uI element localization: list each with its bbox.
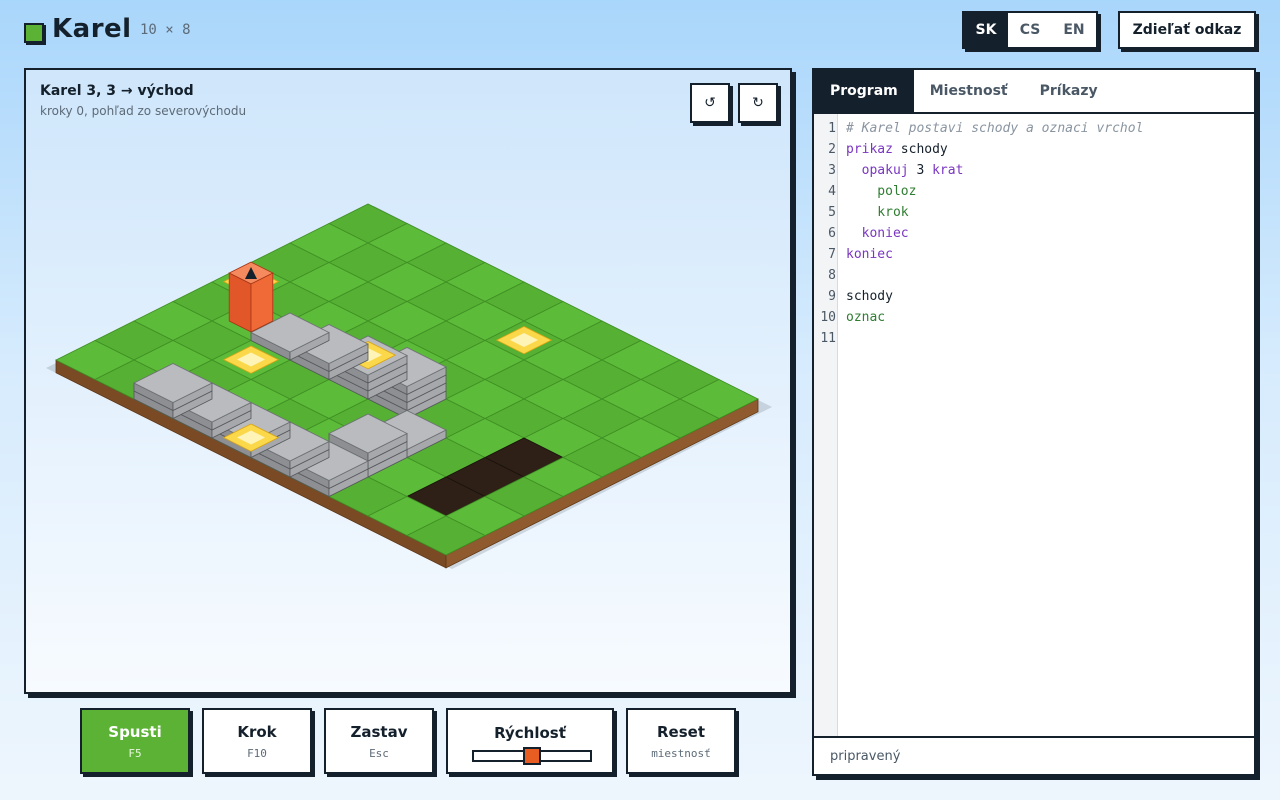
code-line: 6 koniec bbox=[814, 223, 1254, 244]
line-number: 5 bbox=[828, 205, 836, 220]
line-number: 7 bbox=[828, 247, 836, 262]
line-number: 2 bbox=[828, 142, 836, 157]
line-number: 6 bbox=[828, 226, 836, 241]
world-scene[interactable] bbox=[26, 70, 790, 692]
karel-steps-subtitle: kroky 0, pohľad zo severovýchodu bbox=[40, 104, 247, 118]
app-title: Karel bbox=[52, 14, 132, 44]
step-button[interactable]: Krok F10 bbox=[202, 708, 312, 774]
tab-room[interactable]: Miestnosť bbox=[914, 70, 1024, 112]
code-editor[interactable]: 1 # Karel postavi schody a oznaci vrchol 2… bbox=[814, 114, 1254, 736]
stop-shortcut: Esc bbox=[369, 746, 389, 760]
run-button[interactable]: Spusti F5 bbox=[80, 708, 190, 774]
lang-cs-button[interactable]: CS bbox=[1008, 13, 1052, 47]
panel-tabs: Program Miestnosť Príkazy bbox=[814, 70, 1254, 114]
reset-subtitle: miestnosť bbox=[651, 746, 711, 760]
code-line: 11 bbox=[814, 328, 1254, 349]
reset-label: Reset bbox=[657, 722, 705, 741]
code-text: koniec bbox=[846, 247, 893, 262]
grid-size-label: 10 × 8 bbox=[140, 22, 191, 38]
tab-program[interactable]: Program bbox=[814, 70, 914, 112]
code-line: 9 schody bbox=[814, 286, 1254, 307]
rotate-right-button[interactable]: ↻ bbox=[738, 83, 778, 123]
tab-commands[interactable]: Príkazy bbox=[1024, 70, 1114, 112]
code-line: 1 # Karel postavi schody a oznaci vrchol bbox=[814, 118, 1254, 139]
code-text: # Karel postavi schody a oznaci vrchol bbox=[846, 121, 1144, 136]
line-number: 10 bbox=[820, 310, 836, 325]
code-text: oznac bbox=[846, 310, 886, 325]
run-shortcut: F5 bbox=[128, 746, 142, 760]
lang-sk-button[interactable]: SK bbox=[964, 13, 1008, 47]
code-text: poloz bbox=[846, 184, 917, 199]
speed-slider-knob[interactable] bbox=[523, 747, 541, 765]
status-bar: pripravený bbox=[814, 736, 1254, 774]
code-text: prikaz schody bbox=[846, 142, 948, 157]
code-line: 8 bbox=[814, 265, 1254, 286]
code-line: 5 krok bbox=[814, 202, 1254, 223]
share-link-button[interactable]: Zdieľať odkaz bbox=[1118, 11, 1256, 49]
stop-button[interactable]: Zastav Esc bbox=[324, 708, 434, 774]
logo-icon bbox=[24, 23, 44, 43]
rotate-left-icon: ↺ bbox=[704, 95, 716, 111]
line-number: 8 bbox=[828, 268, 836, 283]
line-number: 1 bbox=[828, 121, 836, 136]
code-line: 4 poloz bbox=[814, 181, 1254, 202]
code-text: krok bbox=[846, 205, 909, 220]
speed-control: Rýchlosť bbox=[446, 708, 614, 774]
karel-position-title: Karel 3, 3 → východ bbox=[40, 83, 194, 99]
reset-button[interactable]: Reset miestnosť bbox=[626, 708, 736, 774]
line-number: 9 bbox=[828, 289, 836, 304]
line-number: 4 bbox=[828, 184, 836, 199]
side-panel: Program Miestnosť Príkazy 1 # Karel posta… bbox=[812, 68, 1256, 776]
rotate-right-icon: ↻ bbox=[752, 95, 764, 111]
status-text: pripravený bbox=[830, 748, 901, 764]
step-label: Krok bbox=[237, 722, 277, 741]
code-line: 7 koniec bbox=[814, 244, 1254, 265]
code-text: opakuj 3 krat bbox=[846, 163, 964, 178]
line-number: 11 bbox=[820, 331, 836, 346]
step-shortcut: F10 bbox=[247, 746, 267, 760]
speed-slider[interactable] bbox=[472, 747, 592, 765]
code-text: koniec bbox=[846, 226, 909, 241]
line-number: 3 bbox=[828, 163, 836, 178]
speed-label: Rýchlosť bbox=[494, 724, 566, 742]
code-line: 2 prikaz schody bbox=[814, 139, 1254, 160]
rotate-left-button[interactable]: ↺ bbox=[690, 83, 730, 123]
code-line: 10 oznac bbox=[814, 307, 1254, 328]
world-stage: Karel 3, 3 → východ kroky 0, pohľad zo s… bbox=[24, 68, 792, 694]
language-switch: SK CS EN bbox=[962, 11, 1098, 49]
code-line: 3 opakuj 3 krat bbox=[814, 160, 1254, 181]
lang-en-button[interactable]: EN bbox=[1052, 13, 1096, 47]
run-label: Spusti bbox=[108, 722, 162, 741]
stop-label: Zastav bbox=[350, 722, 408, 741]
code-text: schody bbox=[846, 289, 893, 304]
